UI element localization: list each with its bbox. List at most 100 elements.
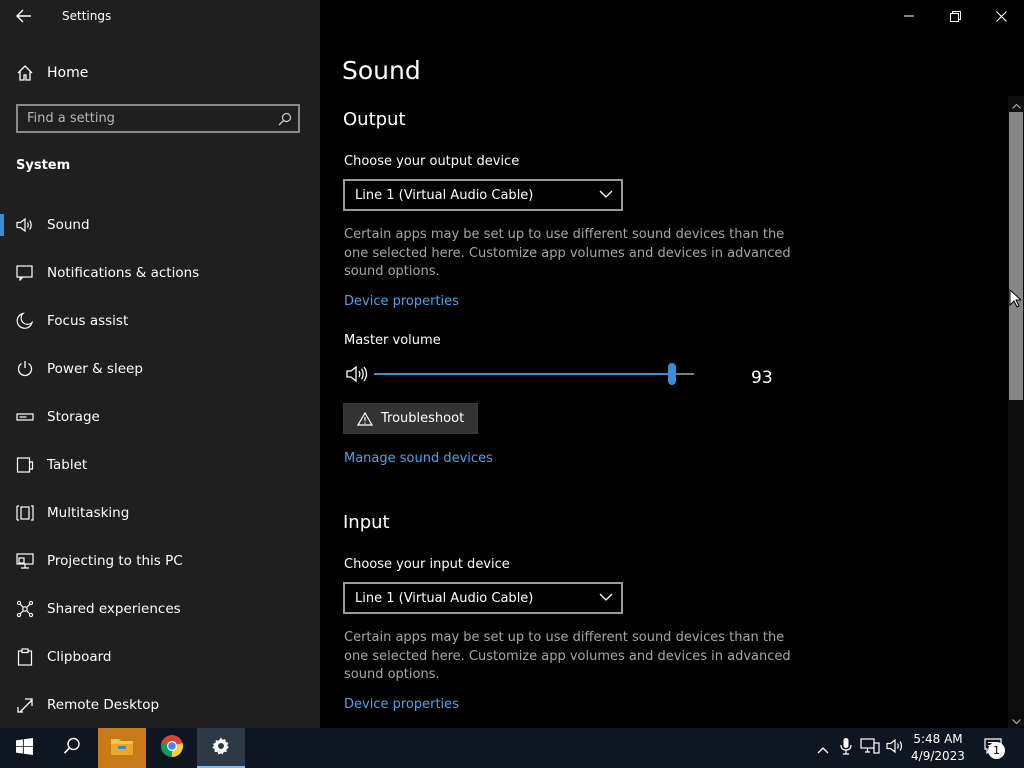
sidebar-nav: Sound Notifications & actions Focus assi… [0,201,320,729]
input-description: Certain apps may be set up to use differ… [344,630,791,682]
section-heading: System [16,158,71,173]
scroll-up-icon [1011,94,1021,113]
taskbar-search-button[interactable] [48,728,96,768]
tray-network[interactable] [858,728,882,768]
sidebar-item-shared-experiences[interactable]: Shared experiences [0,585,320,633]
sidebar-item-label: Power & sleep [47,361,143,377]
sidebar-item-label: Focus assist [47,313,129,329]
home-label: Home [47,65,89,81]
sidebar-item-label: Multitasking [47,505,130,521]
sidebar-item-label: Shared experiences [47,601,181,617]
output-heading: Output [343,109,406,130]
sidebar-item-projecting[interactable]: Projecting to this PC [0,537,320,585]
warning-icon [357,411,373,426]
tray-microphone[interactable] [836,728,856,768]
slider-fill [374,373,672,375]
input-device-properties-link[interactable]: Device properties [344,697,459,712]
multitasking-icon [16,504,34,522]
troubleshoot-label: Troubleshoot [381,411,465,426]
taskbar-clock[interactable]: 5:48 AM 4/9/2023 [906,731,970,765]
output-device-dropdown[interactable]: Line 1 (Virtual Audio Cable) [343,179,623,211]
sidebar-item-tablet[interactable]: Tablet [0,441,320,489]
storage-icon [16,408,34,426]
input-heading: Input [343,512,390,533]
sidebar-item-notifications[interactable]: Notifications & actions [0,249,320,297]
sidebar-item-power-sleep[interactable]: Power & sleep [0,345,320,393]
sidebar-item-label: Clipboard [47,649,112,665]
sidebar-item-sound[interactable]: Sound [0,201,320,249]
settings-icon [211,736,231,760]
main-content: Sound Output Choose your output device L… [320,0,1008,728]
scrollbar[interactable] [1008,96,1024,728]
volume-icon [885,738,905,758]
sidebar-item-clipboard[interactable]: Clipboard [0,633,320,681]
tray-volume[interactable] [884,728,906,768]
search-input[interactable] [27,111,267,126]
remote-desktop-icon [16,696,34,714]
page-title: Sound [342,56,421,85]
output-device-properties-link[interactable]: Device properties [344,294,459,309]
input-device-dropdown[interactable]: Line 1 (Virtual Audio Cable) [343,582,623,614]
scrollbar-thumb[interactable] [1009,112,1023,400]
taskbar-settings[interactable] [197,728,245,768]
taskbar: 5:48 AM 4/9/2023 [0,728,1024,768]
clock-date: 4/9/2023 [911,749,965,763]
output-device-value: Line 1 (Virtual Audio Cable) [355,187,534,203]
output-description: Certain apps may be set up to use differ… [344,227,791,279]
sidebar-item-label: Tablet [47,457,88,473]
input-device-value: Line 1 (Virtual Audio Cable) [355,590,534,606]
search-icon[interactable] [278,112,292,126]
troubleshoot-button[interactable]: Troubleshoot [343,403,478,434]
chevron-up-icon [817,739,829,758]
moon-icon [16,312,34,330]
notification-count-badge: 1 [988,742,1005,759]
start-button[interactable] [0,728,48,768]
sidebar-item-multitasking[interactable]: Multitasking [0,489,320,537]
mouse-cursor-icon [1009,288,1023,312]
sidebar-home[interactable]: Home [0,58,320,88]
chrome-icon [160,734,184,762]
manage-sound-devices-link[interactable]: Manage sound devices [344,451,493,466]
search-icon [63,737,81,759]
search-box[interactable] [16,104,300,133]
clipboard-icon [16,648,34,666]
network-icon [860,738,880,758]
taskbar-chrome[interactable] [148,728,196,768]
power-icon [16,360,34,378]
speaker-icon [16,216,34,234]
file-explorer-icon [110,736,134,760]
sidebar-item-label: Remote Desktop [47,697,160,713]
taskbar-file-explorer[interactable] [98,728,146,768]
output-device-label: Choose your output device [344,154,520,169]
sidebar-item-label: Notifications & actions [47,265,200,281]
slider-thumb[interactable] [667,363,676,385]
notifications-icon [16,264,34,282]
chevron-down-icon [599,189,613,199]
master-volume-value: 93 [751,368,773,388]
home-icon [16,64,34,82]
sidebar-item-label: Projecting to this PC [47,553,183,569]
master-volume-label: Master volume [344,333,441,348]
scroll-down-icon [1011,710,1021,729]
sidebar-item-label: Sound [47,217,90,233]
microphone-icon [840,737,852,759]
shared-experiences-icon [16,600,34,618]
app-title: Settings [62,9,112,23]
master-volume-slider[interactable] [374,362,694,386]
back-button[interactable] [8,4,40,28]
volume-icon[interactable] [346,365,368,387]
sidebar-item-remote-desktop[interactable]: Remote Desktop [0,681,320,729]
tablet-icon [16,456,34,474]
start-icon [15,737,33,759]
tray-show-hidden[interactable] [812,728,834,768]
clock-time: 5:48 AM [913,732,963,746]
sidebar-item-storage[interactable]: Storage [0,393,320,441]
sidebar: Settings Home System Sound Notifications… [0,0,320,728]
input-device-label: Choose your input device [344,557,510,572]
chevron-down-icon [599,592,613,602]
scroll-up-button[interactable] [1008,96,1024,110]
sidebar-item-label: Storage [47,409,100,425]
sidebar-item-focus-assist[interactable]: Focus assist [0,297,320,345]
projecting-icon [16,552,34,570]
scroll-down-button[interactable] [1008,712,1024,726]
